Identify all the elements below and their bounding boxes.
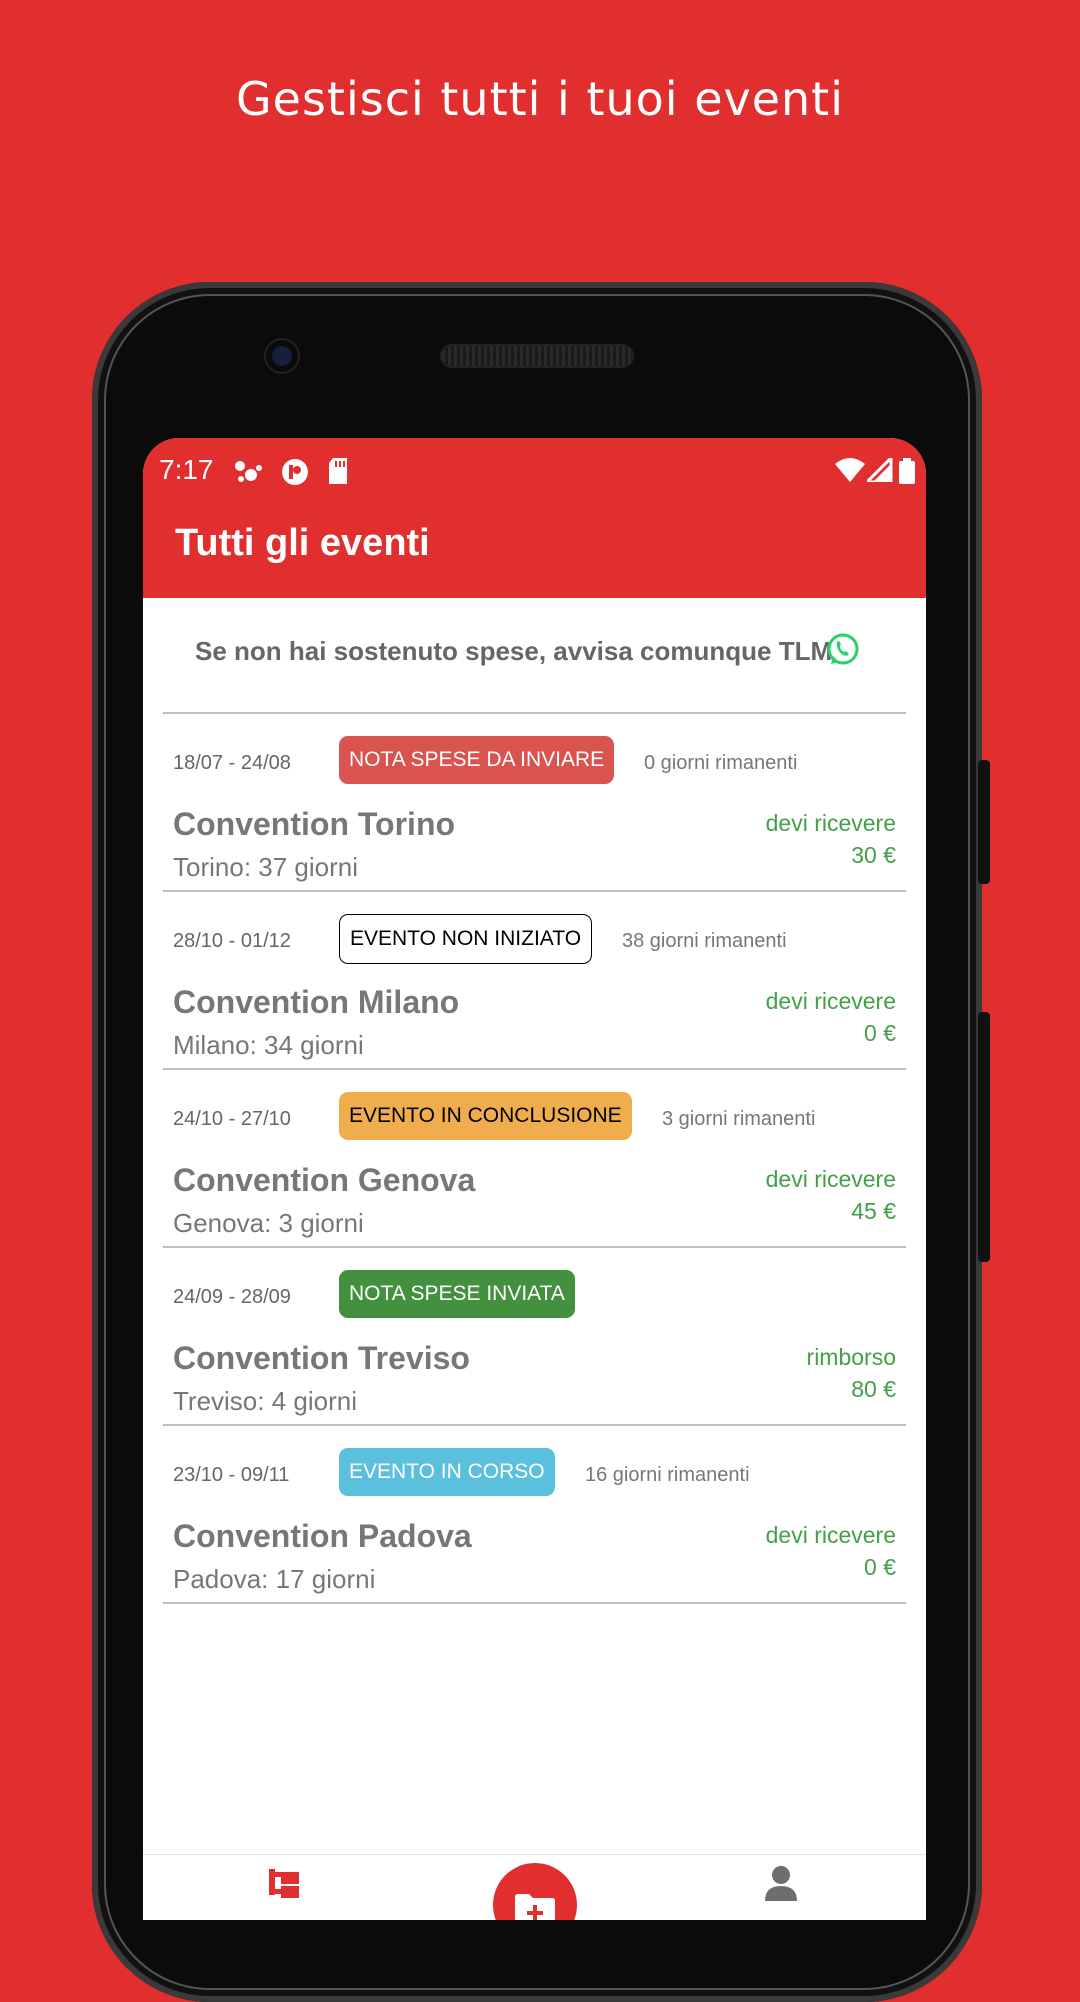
app-title: Tutti gli eventi <box>175 522 430 564</box>
event-dates: 24/09 - 28/09 <box>173 1286 291 1308</box>
days-remaining: 0 giorni rimanenti <box>644 752 798 774</box>
event-status-badge: NOTA SPESE INVIATA <box>339 1270 575 1318</box>
event-location-duration: Treviso: 4 giorni <box>173 1386 357 1416</box>
phone-screen: 7:17 Tutti gli eventi Se non hai sostenu… <box>143 438 926 1920</box>
person-icon[interactable] <box>765 1865 797 1903</box>
promo-headline: Gestisci tutti i tuoi eventi <box>236 72 844 126</box>
event-location-duration: Genova: 3 giorni <box>173 1208 364 1238</box>
phone-power-button <box>978 1012 990 1262</box>
event-status-badge: EVENTO NON INIZIATO <box>339 914 593 964</box>
event-status-badge: NOTA SPESE DA INVIARE <box>339 736 615 784</box>
status-time: 7:17 <box>159 454 214 485</box>
event-name: Convention Padova <box>173 1518 472 1554</box>
wifi-icon <box>835 458 865 482</box>
notice-text: Se non hai sostenuto spese, avvisa comun… <box>195 636 833 666</box>
events-icon[interactable] <box>269 1869 303 1903</box>
balance-type: devi ricevere <box>765 1166 896 1192</box>
event-location-duration: Torino: 37 giorni <box>173 852 358 882</box>
app-notification-icon <box>282 459 308 485</box>
days-remaining: 38 giorni rimanenti <box>622 930 787 952</box>
event-location-duration: Milano: 34 giorni <box>173 1030 364 1060</box>
balance-amount: 0 € <box>864 1554 896 1580</box>
event-row[interactable]: 23/10 - 09/11 EVENTO IN CORSO 16 giorni ri… <box>163 1426 906 1604</box>
balance-amount: 45 € <box>851 1198 896 1224</box>
event-status-badge: EVENTO IN CONCLUSIONE <box>339 1092 632 1140</box>
event-name: Convention Genova <box>173 1162 476 1198</box>
event-list: 18/07 - 24/08 NOTA SPESE DA INVIARE 0 gior… <box>163 714 906 1604</box>
balance-type: devi ricevere <box>765 988 896 1014</box>
app-bar: 7:17 Tutti gli eventi <box>143 438 926 598</box>
balance-amount: 0 € <box>864 1020 896 1046</box>
event-name: Convention Treviso <box>173 1340 470 1376</box>
event-row[interactable]: 24/10 - 27/10 EVENTO IN CONCLUSIONE 3 gior… <box>163 1070 906 1248</box>
status-bar: 7:17 <box>159 448 915 492</box>
balance-amount: 80 € <box>851 1376 896 1402</box>
earpiece-speaker <box>442 346 632 366</box>
event-row[interactable]: 28/10 - 01/12 EVENTO NON INIZIATO 38 giorn… <box>163 892 906 1070</box>
assistant-icon <box>235 461 262 482</box>
event-status-badge: EVENTO IN CORSO <box>339 1448 555 1496</box>
event-dates: 28/10 - 01/12 <box>173 930 291 952</box>
sd-card-icon <box>329 458 347 484</box>
event-location-duration: Padova: 17 giorni <box>173 1564 376 1594</box>
front-camera <box>266 340 298 372</box>
phone-volume-button <box>978 760 990 884</box>
cell-signal-icon <box>867 458 893 482</box>
days-remaining: 16 giorni rimanenti <box>585 1464 750 1486</box>
days-remaining: 3 giorni rimanenti <box>662 1108 816 1130</box>
event-name: Convention Torino <box>173 806 456 842</box>
battery-icon <box>899 458 915 484</box>
event-name: Convention Milano <box>173 984 460 1020</box>
event-dates: 23/10 - 09/11 <box>173 1464 290 1486</box>
event-row[interactable]: 18/07 - 24/08 NOTA SPESE DA INVIARE 0 gior… <box>163 714 906 892</box>
whatsapp-icon[interactable] <box>825 632 861 668</box>
balance-amount: 30 € <box>851 842 896 868</box>
balance-type: rimborso <box>806 1344 896 1370</box>
event-dates: 18/07 - 24/08 <box>173 752 291 774</box>
balance-type: devi ricevere <box>765 1522 896 1548</box>
balance-type: devi ricevere <box>765 810 896 836</box>
folder-plus-icon <box>515 1894 555 1920</box>
event-dates: 24/10 - 27/10 <box>173 1108 291 1130</box>
event-row[interactable]: 24/09 - 28/09 NOTA SPESE INVIATA Conventio… <box>163 1248 906 1426</box>
whatsapp-notice[interactable]: Se non hai sostenuto spese, avvisa comun… <box>163 598 906 714</box>
